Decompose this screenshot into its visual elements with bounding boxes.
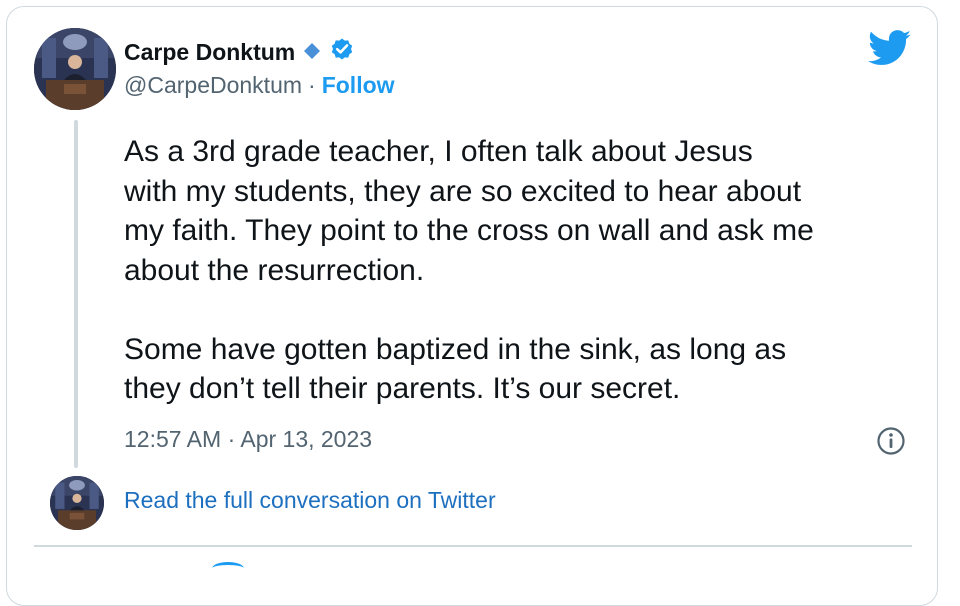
- twitter-bird-icon[interactable]: [868, 30, 912, 71]
- read-full-conversation-link[interactable]: Read the full conversation on Twitter: [124, 487, 496, 514]
- author-avatar[interactable]: [34, 28, 116, 110]
- thread-line: [74, 120, 78, 468]
- verified-badge-icon: [329, 36, 355, 68]
- tweet-text: As a 3rd grade teacher, I often talk abo…: [124, 135, 814, 405]
- follow-button[interactable]: Follow: [322, 72, 395, 99]
- diamond-badge-icon: [303, 39, 321, 66]
- handle-separator: ·: [308, 72, 316, 98]
- author-name[interactable]: Carpe Donktum: [124, 36, 355, 68]
- info-icon[interactable]: [876, 426, 906, 461]
- reply-avatar[interactable]: [50, 476, 104, 530]
- like-icon[interactable]: [212, 562, 244, 575]
- tweet-timestamp[interactable]: 12:57 AM · Apr 13, 2023: [124, 426, 372, 453]
- author-handle-row: @CarpeDonktum · Follow: [124, 72, 395, 99]
- divider: [34, 545, 912, 547]
- author-handle[interactable]: @CarpeDonktum: [124, 72, 302, 99]
- author-display-name[interactable]: Carpe Donktum: [124, 39, 295, 66]
